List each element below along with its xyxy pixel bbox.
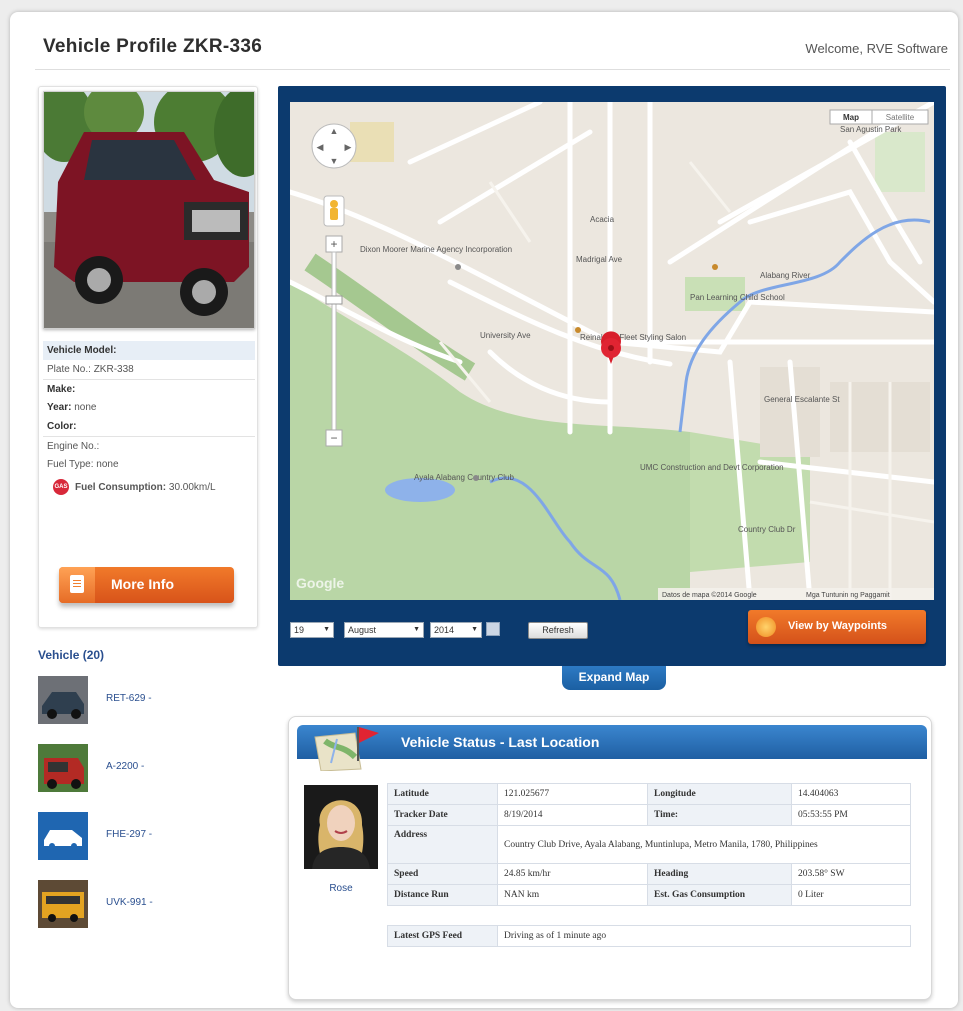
map-place-label: University Ave (480, 331, 531, 340)
map-place-label: Alabang River (760, 271, 811, 280)
vehicle-status-header: Vehicle Status - Last Location (297, 725, 927, 771)
waypoint-icon (756, 617, 776, 637)
expand-map-button[interactable]: Expand Map (562, 666, 666, 690)
refresh-button[interactable]: Refresh (528, 622, 588, 639)
fuel-gauge-icon: GAS (53, 479, 69, 495)
svg-text:Satellite: Satellite (886, 113, 915, 122)
svg-text:−: − (330, 431, 337, 445)
svg-text:+: + (330, 237, 337, 251)
plate-row: Plate No.: ZKR-338 (47, 364, 134, 375)
table-spacer-row (387, 905, 911, 926)
vehicle-status-panel: Vehicle Status - Last Location Rose Lati… (288, 716, 932, 1000)
vehicle-list-item[interactable]: A-2200 - (38, 744, 238, 792)
map-pan-control[interactable]: ▲ ▼ ◀ ▶ (311, 123, 357, 169)
month-select[interactable]: August ▼ (344, 622, 424, 638)
vehicle-thumbnail (38, 880, 88, 928)
map-place-label: Acacia (590, 215, 615, 224)
welcome-text: Welcome, RVE Software (805, 41, 948, 56)
vehicle-thumbnail (38, 744, 88, 792)
svg-text:◀: ◀ (317, 142, 324, 152)
driver-name-link[interactable]: Rose (304, 883, 378, 894)
color-row: Color: (47, 421, 77, 432)
vehicle-list-item[interactable]: FHE-297 - (38, 812, 238, 860)
year-row: Year: none (47, 402, 97, 413)
map-panel: Ayala Alabang Country Club Dixon Moorer … (278, 86, 946, 666)
engine-row: Engine No.: (43, 436, 255, 455)
map-view[interactable]: Ayala Alabang Country Club Dixon Moorer … (290, 102, 934, 600)
svg-text:▶: ▶ (345, 142, 352, 152)
table-row: Latest GPS Feed Driving as of 1 minute a… (387, 925, 911, 947)
map-place-label: Madrigal Ave (576, 255, 623, 264)
map-place-label: San Agustin Park (840, 125, 902, 134)
make-row: Make: (43, 379, 255, 398)
table-row: Distance Run NAN km Est. Gas Consumption… (387, 884, 911, 906)
street-view-pegman-icon[interactable] (323, 195, 345, 227)
year-select[interactable]: 2014 ▼ (430, 622, 482, 638)
vehicle-status-title: Vehicle Status - Last Location (401, 734, 600, 750)
map-place-label: UMC Construction and Devt Corporation (640, 463, 784, 472)
day-select[interactable]: 19 ▼ (290, 622, 334, 638)
page-header: Vehicle Profile ZKR-336 Welcome, RVE Sof… (35, 32, 950, 70)
vehicle-photo (43, 91, 255, 329)
svg-text:▲: ▲ (330, 126, 339, 136)
map-attribution: Datos de mapa ©2014 Google (662, 591, 757, 599)
map-place-label: Country Club Dr (738, 525, 796, 534)
svg-text:▼: ▼ (330, 156, 339, 166)
chevron-down-icon: ▼ (471, 626, 478, 633)
map-place-label: Dixon Moorer Marine Agency Incorporation (360, 245, 512, 254)
vehicle-model-row: Vehicle Model: (43, 341, 255, 360)
table-row: Address Country Club Drive, Ayala Alaban… (387, 825, 911, 864)
vehicle-details: Vehicle Model: Plate No.: ZKR-338 Make: … (43, 341, 255, 500)
map-flag-icon (314, 727, 379, 771)
vehicle-status-table: Latitude 121.025677 Longitude 14.404063 … (387, 783, 911, 947)
vehicle-list-item[interactable]: UVK-991 - (38, 880, 238, 928)
table-row: Speed 24.85 km/hr Heading 203.58° SW (387, 863, 911, 885)
fuel-consumption-row: GAS Fuel Consumption: 30.00km/L (43, 474, 255, 500)
vehicle-thumbnail (38, 676, 88, 724)
svg-text:Map: Map (843, 113, 859, 122)
map-controls: 19 ▼ August ▼ 2014 ▼ Refresh View by Waypoi… (290, 610, 934, 644)
table-row: Tracker Date 8/19/2014 Time: 05:53:55 PM (387, 804, 911, 826)
chevron-down-icon: ▼ (413, 626, 420, 633)
driver-photo (304, 785, 378, 869)
table-row: Latitude 121.025677 Longitude 14.404063 (387, 783, 911, 805)
page: Vehicle Profile ZKR-336 Welcome, RVE Sof… (10, 12, 958, 1008)
vehicle-profile-card: Vehicle Model: Plate No.: ZKR-338 Make: … (38, 86, 258, 628)
chevron-down-icon: ▼ (323, 626, 330, 633)
more-info-button[interactable]: More Info (59, 567, 234, 603)
map-canvas[interactable]: Ayala Alabang Country Club Dixon Moorer … (290, 102, 934, 600)
fuel-type-row: Fuel Type: none (47, 459, 119, 470)
map-place-label: Pan Learning Child School (690, 293, 785, 302)
calendar-icon[interactable] (486, 622, 500, 636)
document-icon (59, 567, 95, 603)
map-terms-link[interactable]: Mga Tuntunin ng Paggamit (806, 592, 890, 599)
map-type-toggle[interactable]: Map Satellite (829, 109, 929, 125)
map-place-label: General Escalante St (764, 395, 840, 404)
view-by-waypoints-button[interactable]: View by Waypoints (748, 610, 926, 644)
vehicle-list-item[interactable]: RET-629 - (38, 676, 238, 724)
map-place-label: Ayala Alabang Country Club (414, 473, 514, 482)
vehicle-list-title: Vehicle (20) (38, 648, 105, 662)
vehicle-thumbnail (38, 812, 88, 860)
map-place-label: Reinaldo's Fleet Styling Salon (580, 333, 686, 342)
google-logo: Google (296, 575, 344, 591)
page-title: Vehicle Profile ZKR-336 (43, 36, 263, 57)
